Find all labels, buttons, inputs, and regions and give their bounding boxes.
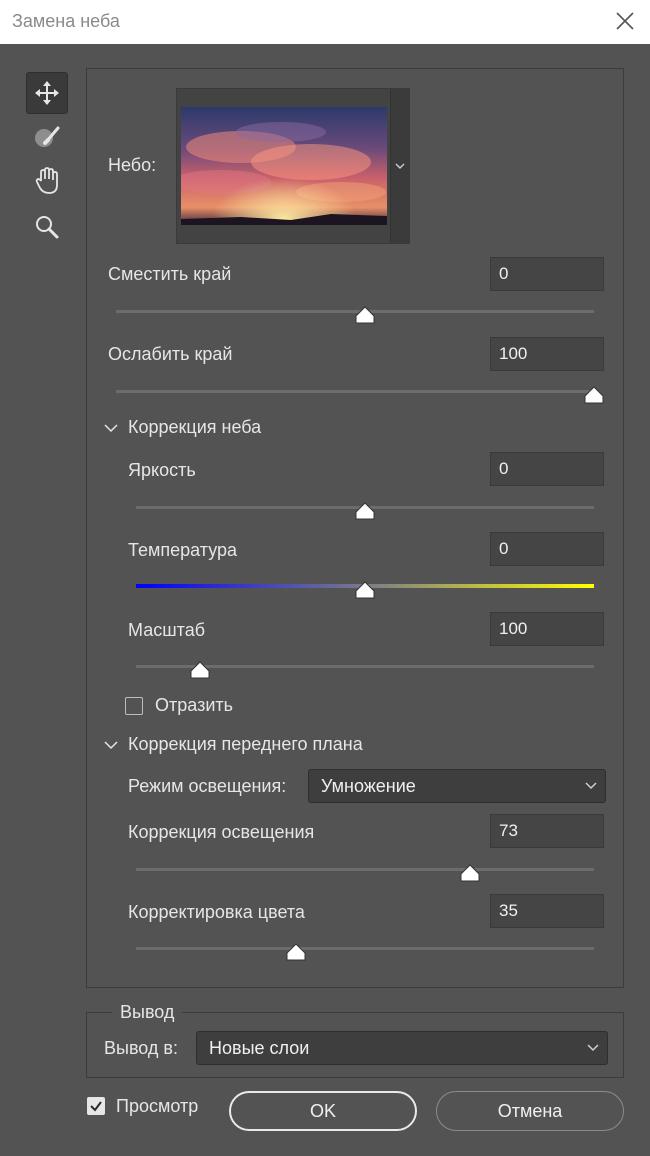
light-mode-label: Режим освещения: [128,776,287,796]
sky-label: Небо: [108,155,157,175]
title-bar: Замена неба [0,0,650,44]
brightness-input[interactable]: 0 [490,452,604,486]
checkmark-icon [90,1101,102,1112]
output-select[interactable]: Новые слои [196,1031,608,1065]
color-adjust-input[interactable]: 35 [490,894,604,928]
output-legend: Вывод [112,1002,183,1023]
flip-label[interactable]: Отразить [155,695,233,716]
sky-brush-icon [35,126,60,147]
temperature-thumb[interactable] [355,581,375,599]
color-adjust-track[interactable] [136,947,594,950]
zoom-icon [36,216,59,239]
close-icon[interactable] [612,8,638,34]
hand-tool-button[interactable] [26,160,68,202]
temperature-label: Температура [128,540,238,560]
light-mode-select[interactable]: Умножение [308,769,606,803]
move-icon [35,81,59,105]
brightness-label: Яркость [128,460,196,480]
lighting-label: Коррекция освещения [128,822,315,842]
sky-brush-tool-button[interactable] [26,116,68,158]
sky-adjust-collapse-icon[interactable] [104,423,118,433]
preview-checkbox[interactable] [87,1097,105,1115]
fade-edge-input[interactable]: 100 [490,337,604,371]
preview-label[interactable]: Просмотр [116,1096,198,1117]
chevron-down-icon [587,1044,599,1052]
chevron-down-icon [585,782,597,790]
fg-adjust-heading[interactable]: Коррекция переднего плана [128,734,363,755]
move-tool-button[interactable] [26,72,68,114]
lighting-thumb[interactable] [460,864,480,882]
fade-edge-label: Ослабить край [108,344,233,364]
temperature-input[interactable]: 0 [490,532,604,566]
output-to-label: Вывод в: [104,1038,178,1058]
lighting-input[interactable]: 73 [490,814,604,848]
color-adjust-label: Корректировка цвета [128,902,305,922]
shift-edge-label: Сместить край [108,264,232,284]
flip-checkbox[interactable] [125,697,143,715]
sky-preset-picker[interactable] [176,88,410,244]
shift-edge-input[interactable]: 0 [490,257,604,291]
scale-label: Масштаб [128,620,206,640]
fg-adjust-collapse-icon[interactable] [104,740,118,750]
window-title: Замена неба [12,11,120,31]
shift-edge-thumb[interactable] [355,306,375,324]
cancel-button[interactable]: Отмена [436,1091,624,1131]
sky-adjust-heading[interactable]: Коррекция неба [128,417,261,438]
sky-thumbnail [181,107,387,225]
output-value: Новые слои [209,1038,310,1058]
zoom-tool-button[interactable] [26,206,68,248]
light-mode-value: Умножение [321,776,416,796]
ok-button[interactable]: OK [229,1091,417,1131]
scale-input[interactable]: 100 [490,612,604,646]
color-adjust-thumb[interactable] [286,943,306,961]
chevron-down-icon [395,163,405,169]
fade-edge-track[interactable] [116,390,594,393]
sky-dropdown-button[interactable] [390,89,409,243]
hand-icon [35,167,58,194]
fade-edge-thumb[interactable] [584,386,604,404]
lighting-track[interactable] [136,868,594,871]
brightness-thumb[interactable] [355,502,375,520]
scale-thumb[interactable] [190,661,210,679]
